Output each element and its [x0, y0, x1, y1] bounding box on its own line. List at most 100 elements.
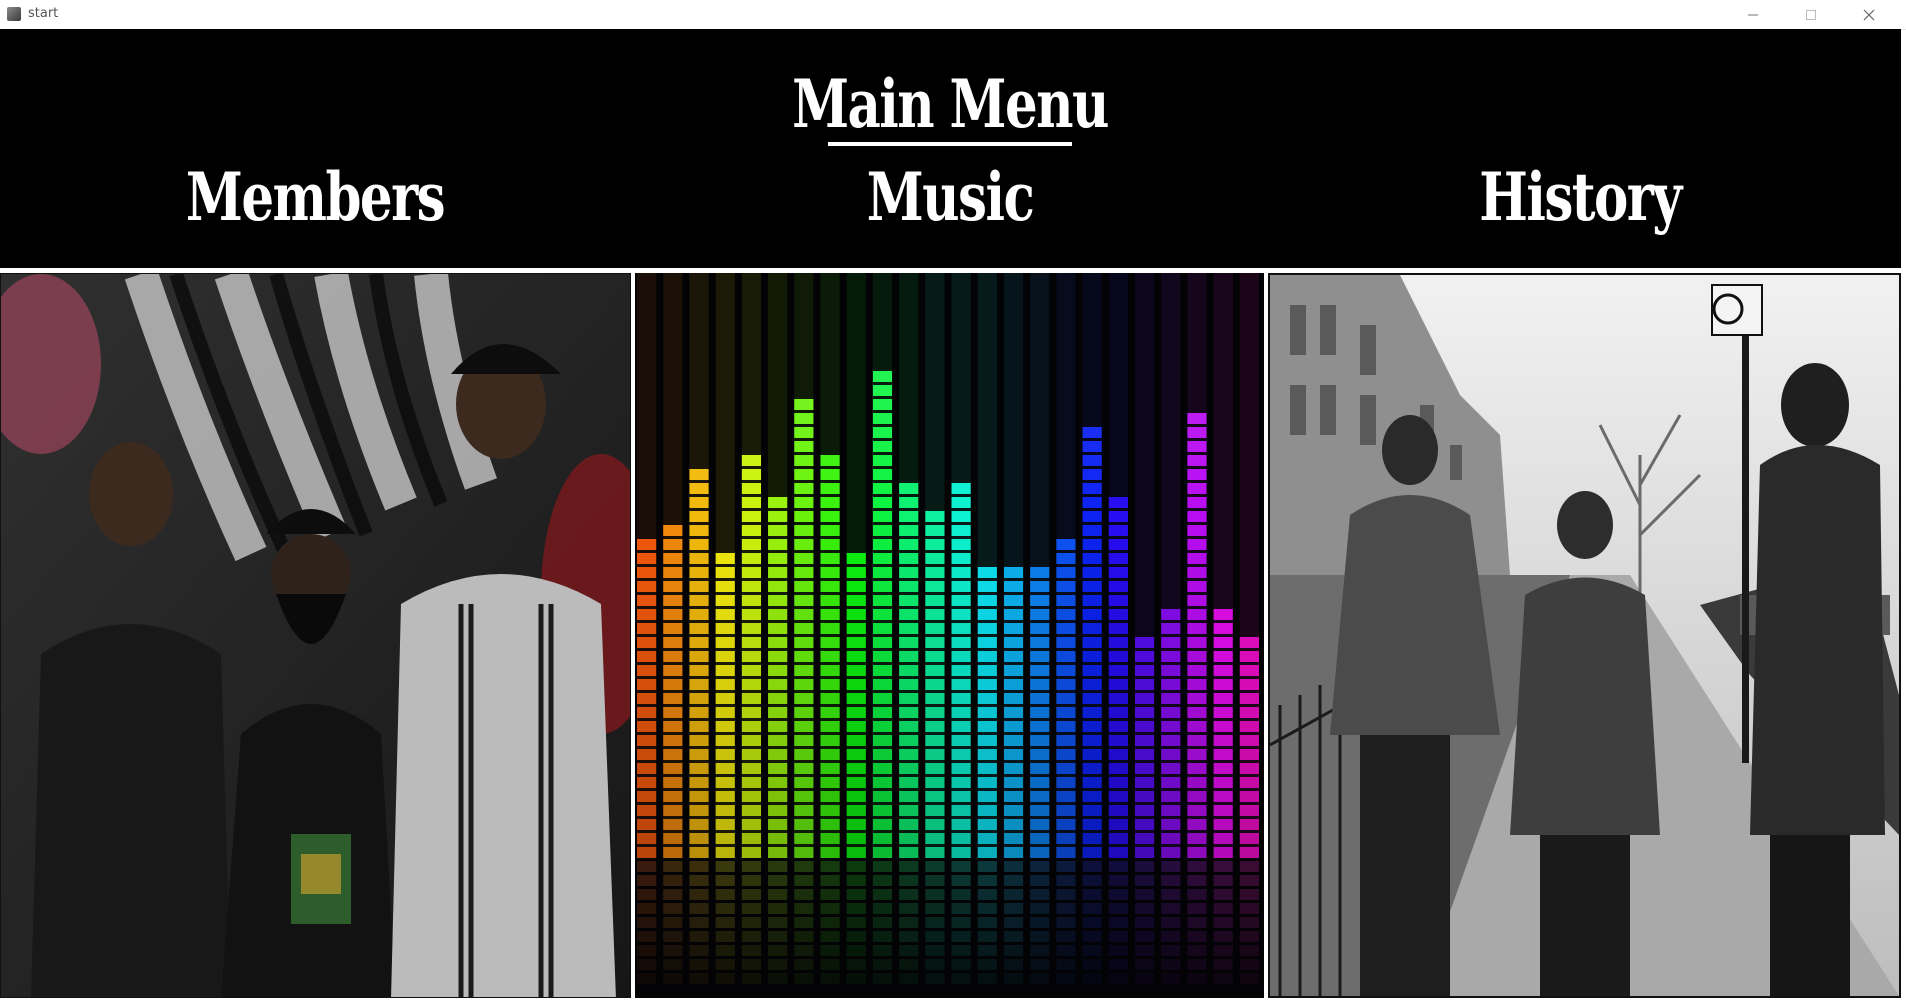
equalizer-segment [925, 805, 945, 816]
equalizer-reflection [951, 945, 971, 956]
equalizer-segment [794, 595, 814, 606]
equalizer-segment [846, 791, 866, 802]
equalizer-reflection [1213, 889, 1233, 900]
equalizer-reflection [768, 959, 788, 970]
equalizer-segment [1030, 735, 1050, 746]
maximize-button[interactable] [1782, 0, 1840, 29]
equalizer-segment [715, 623, 735, 634]
equalizer-segment [977, 833, 997, 844]
equalizer-segment [663, 805, 683, 816]
equalizer-reflection [1003, 875, 1024, 886]
equalizer-segment [1082, 637, 1102, 648]
equalizer-segment [1161, 791, 1181, 802]
equalizer-reflection [977, 875, 997, 886]
minimize-button[interactable] [1724, 0, 1782, 29]
equalizer-segment [846, 763, 866, 774]
equalizer-segment [1213, 805, 1233, 816]
equalizer-segment [715, 721, 735, 732]
equalizer-reflection [715, 875, 735, 886]
equalizer-segment [663, 595, 683, 606]
equalizer-reflection [663, 959, 683, 970]
equalizer-segment [1187, 763, 1207, 774]
equalizer-reflection [689, 917, 709, 928]
equalizer-segment [794, 567, 814, 578]
equalizer-segment [1161, 833, 1181, 844]
equalizer-segment [794, 819, 814, 830]
equalizer-segment [1030, 833, 1050, 844]
equalizer-segment [820, 497, 840, 508]
equalizer-segment [872, 707, 893, 718]
equalizer-reflection [1030, 973, 1050, 984]
equalizer-segment [1187, 427, 1207, 438]
equalizer-reflection [663, 917, 683, 928]
equalizer-segment [768, 819, 788, 830]
equalizer-segment [715, 679, 735, 690]
equalizer-segment [1082, 623, 1102, 634]
equalizer-segment [663, 679, 683, 690]
equalizer-segment [663, 819, 683, 830]
equalizer-segment [1187, 707, 1207, 718]
equalizer-segment [1056, 693, 1076, 704]
equalizer-segment [846, 679, 866, 690]
equalizer-illustration [635, 273, 1264, 998]
equalizer-reflection [1213, 959, 1233, 970]
equalizer-segment [689, 749, 709, 760]
equalizer-segment [951, 819, 971, 830]
equalizer-reflection [794, 875, 814, 886]
equalizer-segment [715, 749, 735, 760]
equalizer-segment [794, 511, 814, 522]
equalizer-segment [820, 721, 840, 732]
equalizer-reflection [741, 973, 762, 984]
equalizer-reflection [794, 973, 814, 984]
equalizer-segment [977, 623, 997, 634]
music-image[interactable] [635, 273, 1264, 998]
equalizer-segment [820, 805, 840, 816]
history-image[interactable] [1268, 273, 1901, 998]
equalizer-segment [925, 693, 945, 704]
equalizer-reflection [1082, 959, 1102, 970]
equalizer-reflection [1003, 889, 1024, 900]
equalizer-reflection [1134, 973, 1155, 984]
equalizer-segment [846, 805, 866, 816]
equalizer-segment [637, 581, 657, 592]
equalizer-segment [899, 805, 919, 816]
equalizer-segment [846, 637, 866, 648]
equalizer-segment [794, 763, 814, 774]
equalizer-segment [768, 651, 788, 662]
equalizer-segment [872, 721, 893, 732]
members-image[interactable] [0, 273, 631, 998]
equalizer-reflection [1134, 959, 1155, 970]
equalizer-reflection [1161, 861, 1181, 872]
equalizer-reflection [820, 889, 840, 900]
equalizer-segment [1056, 707, 1076, 718]
equalizer-segment [1213, 651, 1233, 662]
equalizer-segment [1108, 497, 1128, 508]
equalizer-segment [1239, 707, 1259, 718]
nav-music-button[interactable]: Music [747, 158, 1153, 236]
app-icon [7, 7, 21, 21]
equalizer-segment [1213, 735, 1233, 746]
close-button[interactable] [1840, 0, 1898, 29]
equalizer-segment [951, 511, 971, 522]
equalizer-segment [1003, 749, 1024, 760]
equalizer-segment [637, 833, 657, 844]
nav-members-button[interactable]: Members [112, 158, 518, 236]
equalizer-reflection [741, 917, 762, 928]
nav-history-button[interactable]: History [1377, 158, 1783, 236]
equalizer-segment [741, 833, 762, 844]
equalizer-segment [1108, 651, 1128, 662]
equalizer-segment [1056, 567, 1076, 578]
equalizer-segment [1030, 805, 1050, 816]
equalizer-segment [768, 525, 788, 536]
equalizer-segment [899, 693, 919, 704]
equalizer-segment [794, 707, 814, 718]
equalizer-segment [1187, 539, 1207, 550]
equalizer-segment [1030, 707, 1050, 718]
equalizer-segment [1082, 819, 1102, 830]
equalizer-segment [899, 595, 919, 606]
equalizer-segment [1239, 777, 1259, 788]
equalizer-reflection [1213, 903, 1233, 914]
window-title: start [28, 6, 59, 21]
equalizer-segment [820, 707, 840, 718]
equalizer-reflection [1108, 875, 1128, 886]
